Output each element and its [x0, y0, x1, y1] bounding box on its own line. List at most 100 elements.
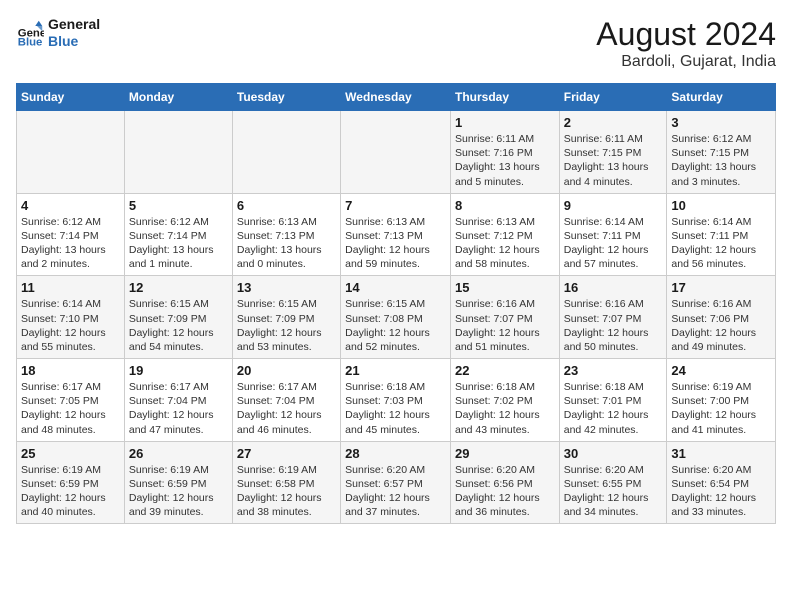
calendar-cell: 31 Sunrise: 6:20 AM Sunset: 6:54 PM Dayli… — [667, 441, 776, 524]
day-number: 5 — [129, 198, 228, 213]
svg-text:Blue: Blue — [18, 36, 43, 47]
calendar-cell: 8 Sunrise: 6:13 AM Sunset: 7:12 PM Daylig… — [450, 193, 559, 276]
calendar-cell: 16 Sunrise: 6:16 AM Sunset: 7:07 PM Dayli… — [559, 276, 667, 359]
day-info: Sunrise: 6:15 AM Sunset: 7:09 PM Dayligh… — [237, 297, 336, 354]
day-info: Sunrise: 6:12 AM Sunset: 7:14 PM Dayligh… — [129, 215, 228, 272]
day-info: Sunrise: 6:14 AM Sunset: 7:10 PM Dayligh… — [21, 297, 120, 354]
day-info: Sunrise: 6:18 AM Sunset: 7:02 PM Dayligh… — [455, 380, 555, 437]
calendar-cell: 13 Sunrise: 6:15 AM Sunset: 7:09 PM Dayli… — [232, 276, 340, 359]
calendar-week-row: 1 Sunrise: 6:11 AM Sunset: 7:16 PM Daylig… — [17, 111, 776, 194]
day-info: Sunrise: 6:17 AM Sunset: 7:05 PM Dayligh… — [21, 380, 120, 437]
day-number: 27 — [237, 446, 336, 461]
day-number: 30 — [564, 446, 663, 461]
calendar-cell: 29 Sunrise: 6:20 AM Sunset: 6:56 PM Dayli… — [450, 441, 559, 524]
day-number: 17 — [671, 280, 771, 295]
calendar-cell: 20 Sunrise: 6:17 AM Sunset: 7:04 PM Dayli… — [232, 359, 340, 442]
calendar-week-row: 18 Sunrise: 6:17 AM Sunset: 7:05 PM Dayli… — [17, 359, 776, 442]
column-header-thursday: Thursday — [450, 84, 559, 111]
calendar-cell: 4 Sunrise: 6:12 AM Sunset: 7:14 PM Daylig… — [17, 193, 125, 276]
day-info: Sunrise: 6:12 AM Sunset: 7:14 PM Dayligh… — [21, 215, 120, 272]
day-number: 12 — [129, 280, 228, 295]
day-number: 6 — [237, 198, 336, 213]
calendar-cell: 30 Sunrise: 6:20 AM Sunset: 6:55 PM Dayli… — [559, 441, 667, 524]
day-info: Sunrise: 6:13 AM Sunset: 7:13 PM Dayligh… — [237, 215, 336, 272]
day-info: Sunrise: 6:18 AM Sunset: 7:03 PM Dayligh… — [345, 380, 446, 437]
day-info: Sunrise: 6:11 AM Sunset: 7:16 PM Dayligh… — [455, 132, 555, 189]
day-number: 11 — [21, 280, 120, 295]
day-info: Sunrise: 6:15 AM Sunset: 7:08 PM Dayligh… — [345, 297, 446, 354]
day-number: 21 — [345, 363, 446, 378]
day-info: Sunrise: 6:15 AM Sunset: 7:09 PM Dayligh… — [129, 297, 228, 354]
day-info: Sunrise: 6:17 AM Sunset: 7:04 PM Dayligh… — [129, 380, 228, 437]
calendar-cell: 1 Sunrise: 6:11 AM Sunset: 7:16 PM Daylig… — [450, 111, 559, 194]
day-number: 23 — [564, 363, 663, 378]
calendar-cell — [124, 111, 232, 194]
day-info: Sunrise: 6:20 AM Sunset: 6:54 PM Dayligh… — [671, 463, 771, 520]
day-number: 7 — [345, 198, 446, 213]
day-info: Sunrise: 6:18 AM Sunset: 7:01 PM Dayligh… — [564, 380, 663, 437]
day-info: Sunrise: 6:19 AM Sunset: 7:00 PM Dayligh… — [671, 380, 771, 437]
day-info: Sunrise: 6:13 AM Sunset: 7:12 PM Dayligh… — [455, 215, 555, 272]
column-header-sunday: Sunday — [17, 84, 125, 111]
calendar-title: August 2024 — [596, 16, 776, 53]
day-number: 26 — [129, 446, 228, 461]
day-number: 31 — [671, 446, 771, 461]
calendar-cell: 19Sunrise: 6:17 AM Sunset: 7:04 PM Dayli… — [124, 359, 232, 442]
calendar-cell: 27 Sunrise: 6:19 AM Sunset: 6:58 PM Dayli… — [232, 441, 340, 524]
calendar-cell: 2 Sunrise: 6:11 AM Sunset: 7:15 PM Daylig… — [559, 111, 667, 194]
calendar-cell — [17, 111, 125, 194]
day-info: Sunrise: 6:19 AM Sunset: 6:59 PM Dayligh… — [21, 463, 120, 520]
day-number: 1 — [455, 115, 555, 130]
column-header-saturday: Saturday — [667, 84, 776, 111]
calendar-cell: 18 Sunrise: 6:17 AM Sunset: 7:05 PM Dayli… — [17, 359, 125, 442]
calendar-week-row: 25 Sunrise: 6:19 AM Sunset: 6:59 PM Dayli… — [17, 441, 776, 524]
day-number: 4 — [21, 198, 120, 213]
day-info: Sunrise: 6:20 AM Sunset: 6:57 PM Dayligh… — [345, 463, 446, 520]
calendar-table: SundayMondayTuesdayWednesdayThursdayFrid… — [16, 83, 776, 524]
day-number: 18 — [21, 363, 120, 378]
logo-text: General Blue — [48, 16, 100, 50]
calendar-cell: 3Sunrise: 6:12 AM Sunset: 7:15 PM Daylig… — [667, 111, 776, 194]
day-number: 28 — [345, 446, 446, 461]
calendar-cell: 21 Sunrise: 6:18 AM Sunset: 7:03 PM Dayli… — [341, 359, 451, 442]
day-info: Sunrise: 6:11 AM Sunset: 7:15 PM Dayligh… — [564, 132, 663, 189]
day-info: Sunrise: 6:16 AM Sunset: 7:07 PM Dayligh… — [564, 297, 663, 354]
day-info: Sunrise: 6:19 AM Sunset: 6:58 PM Dayligh… — [237, 463, 336, 520]
day-number: 2 — [564, 115, 663, 130]
calendar-cell: 23 Sunrise: 6:18 AM Sunset: 7:01 PM Dayli… — [559, 359, 667, 442]
calendar-cell: 28 Sunrise: 6:20 AM Sunset: 6:57 PM Dayli… — [341, 441, 451, 524]
day-number: 29 — [455, 446, 555, 461]
column-header-friday: Friday — [559, 84, 667, 111]
day-number: 16 — [564, 280, 663, 295]
day-info: Sunrise: 6:16 AM Sunset: 7:06 PM Dayligh… — [671, 297, 771, 354]
calendar-cell: 6 Sunrise: 6:13 AM Sunset: 7:13 PM Daylig… — [232, 193, 340, 276]
day-number: 25 — [21, 446, 120, 461]
day-number: 20 — [237, 363, 336, 378]
calendar-cell: 5 Sunrise: 6:12 AM Sunset: 7:14 PM Daylig… — [124, 193, 232, 276]
logo: General Blue General Blue — [16, 16, 100, 50]
calendar-cell: 15Sunrise: 6:16 AM Sunset: 7:07 PM Dayli… — [450, 276, 559, 359]
calendar-cell: 10Sunrise: 6:14 AM Sunset: 7:11 PM Dayli… — [667, 193, 776, 276]
day-info: Sunrise: 6:14 AM Sunset: 7:11 PM Dayligh… — [564, 215, 663, 272]
day-number: 8 — [455, 198, 555, 213]
calendar-cell: 11 Sunrise: 6:14 AM Sunset: 7:10 PM Dayli… — [17, 276, 125, 359]
column-header-tuesday: Tuesday — [232, 84, 340, 111]
calendar-header-row: SundayMondayTuesdayWednesdayThursdayFrid… — [17, 84, 776, 111]
day-info: Sunrise: 6:19 AM Sunset: 6:59 PM Dayligh… — [129, 463, 228, 520]
day-number: 15 — [455, 280, 555, 295]
calendar-cell — [232, 111, 340, 194]
day-info: Sunrise: 6:17 AM Sunset: 7:04 PM Dayligh… — [237, 380, 336, 437]
calendar-cell — [341, 111, 451, 194]
column-header-wednesday: Wednesday — [341, 84, 451, 111]
calendar-subtitle: Bardoli, Gujarat, India — [596, 53, 776, 71]
calendar-cell: 25 Sunrise: 6:19 AM Sunset: 6:59 PM Dayli… — [17, 441, 125, 524]
day-info: Sunrise: 6:20 AM Sunset: 6:56 PM Dayligh… — [455, 463, 555, 520]
day-number: 13 — [237, 280, 336, 295]
calendar-cell: 9Sunrise: 6:14 AM Sunset: 7:11 PM Daylig… — [559, 193, 667, 276]
title-block: August 2024 Bardoli, Gujarat, India — [596, 16, 776, 71]
day-number: 24 — [671, 363, 771, 378]
day-info: Sunrise: 6:20 AM Sunset: 6:55 PM Dayligh… — [564, 463, 663, 520]
day-number: 10 — [671, 198, 771, 213]
day-number: 3 — [671, 115, 771, 130]
calendar-week-row: 11 Sunrise: 6:14 AM Sunset: 7:10 PM Dayli… — [17, 276, 776, 359]
